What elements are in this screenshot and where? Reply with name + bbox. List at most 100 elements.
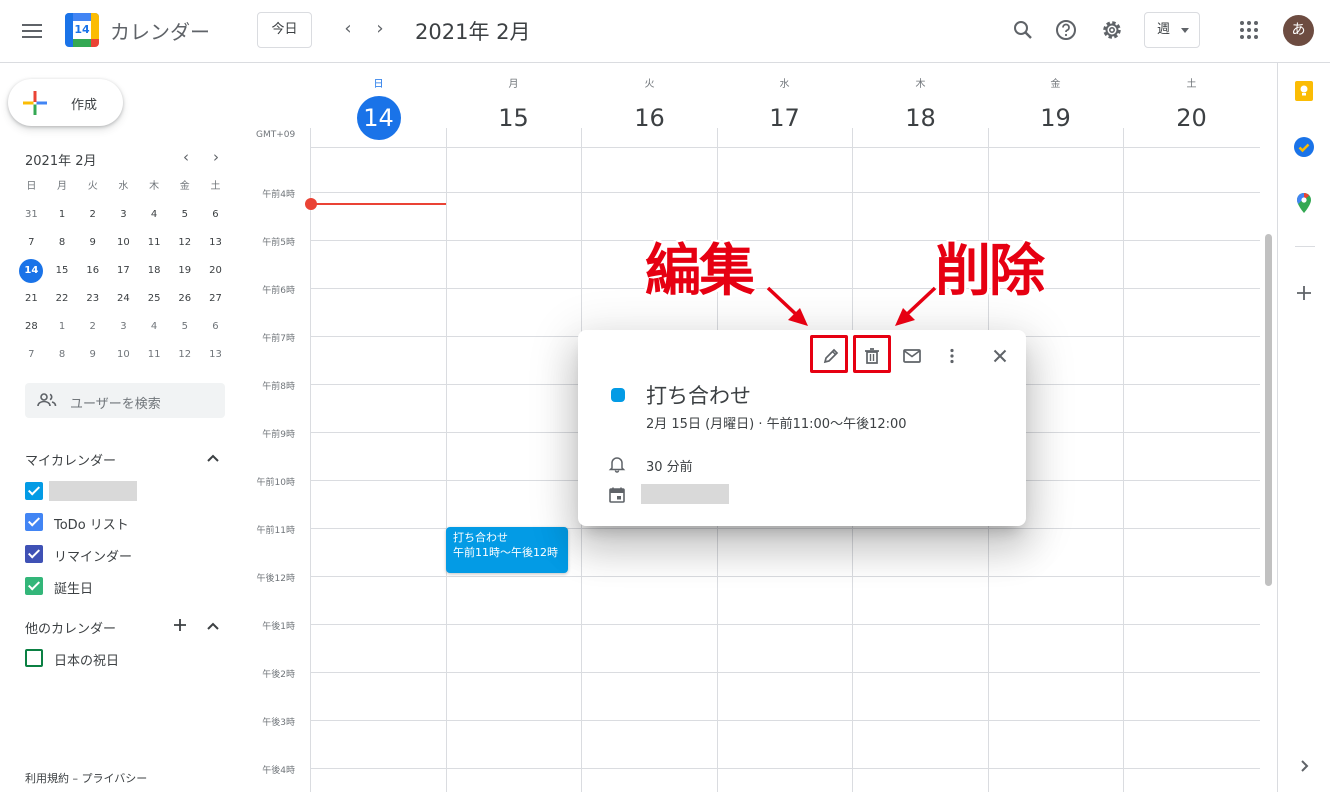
edit-annotation-label: 編集 [645,239,755,304]
mini-day[interactable]: 11 [139,234,170,252]
mini-day-today[interactable]: 14 [16,259,47,283]
tasks-icon[interactable] [1293,136,1315,158]
day-header-tue[interactable]: 火 16 [582,75,717,140]
day-header-sun[interactable]: 日 14 [311,75,446,140]
day-of-week: 金 [1050,79,1061,90]
event-details-popup: 打ち合わせ 2月 15日 (月曜日) · 午前11:00～午後12:00 30 … [578,330,1026,526]
mini-day[interactable]: 27 [200,290,231,308]
mini-day[interactable]: 1 [47,318,78,336]
day-header-thu[interactable]: 木 18 [853,75,988,140]
search-users-input[interactable]: ユーザーを検索 [25,383,225,418]
mini-day[interactable]: 10 [108,346,139,364]
mini-day[interactable]: 2 [77,206,108,224]
create-button[interactable]: 作成 [8,79,123,126]
day-header-sat[interactable]: 土 20 [1124,75,1259,140]
google-apps-grid-icon[interactable] [1240,21,1258,39]
next-week-chevron-icon[interactable]: › [368,18,392,42]
mini-week-row: 7 8 9 10 11 12 13 [16,346,231,374]
terms-privacy-link[interactable]: 利用規約 – プライバシー [25,770,147,786]
mini-day[interactable]: 21 [16,290,47,308]
mini-day[interactable]: 1 [47,206,78,224]
mini-day[interactable]: 8 [47,346,78,364]
add-calendar-plus-icon[interactable] [173,618,187,632]
more-options-button[interactable] [936,340,968,372]
mini-week-row: 21 22 23 24 25 26 27 [16,290,231,318]
main-menu-icon[interactable] [20,20,44,44]
checkbox-unchecked[interactable] [25,649,43,667]
mini-day[interactable]: 5 [169,318,200,336]
mini-day[interactable]: 9 [77,234,108,252]
help-icon[interactable] [1053,17,1079,43]
settings-gear-icon[interactable] [1099,17,1125,43]
search-icon[interactable] [1010,17,1036,43]
mini-day[interactable]: 8 [47,234,78,252]
mini-today-number: 14 [19,259,44,283]
mini-day[interactable]: 15 [47,262,78,280]
mini-day[interactable]: 6 [200,318,231,336]
calendar-logo-icon[interactable]: 14 [65,13,99,47]
mini-day[interactable]: 6 [200,206,231,224]
checkbox-checked[interactable] [25,513,43,531]
mini-day[interactable]: 20 [200,262,231,280]
checkbox-checked[interactable] [25,577,43,595]
mini-day[interactable]: 12 [169,346,200,364]
hour-gridline [310,192,1260,193]
collapse-chevron-up-icon[interactable] [206,451,220,465]
mini-day[interactable]: 13 [200,346,231,364]
prev-week-chevron-icon[interactable]: ‹ [336,18,360,42]
top-bar: 14 カレンダー 今日 ‹ › 2021年 2月 週 あ [0,0,1330,63]
mini-day[interactable]: 3 [108,206,139,224]
mini-day[interactable]: 28 [16,318,47,336]
mini-day[interactable]: 25 [139,290,170,308]
mini-day[interactable]: 12 [169,234,200,252]
my-calendars-title[interactable]: マイカレンダー [25,450,116,469]
checkbox-checked[interactable] [25,482,43,500]
hour-label: 午前5時 [262,238,295,248]
day-header-fri[interactable]: 金 19 [988,75,1123,140]
checkbox-checked[interactable] [25,545,43,563]
mini-day[interactable]: 23 [77,290,108,308]
hour-label: 午前6時 [262,286,295,296]
mini-day[interactable]: 7 [16,234,47,252]
collapse-chevron-up-icon[interactable] [206,619,220,633]
mini-day[interactable]: 4 [139,318,170,336]
event-chip[interactable]: 打ち合わせ 午前11時～午後12時 [446,527,568,573]
mini-day[interactable]: 7 [16,346,47,364]
day-number-today: 14 [356,96,401,140]
account-avatar[interactable]: あ [1283,15,1314,46]
mail-icon [903,349,921,363]
event-chip-time: 午前11時～午後12時 [453,546,558,559]
mini-day[interactable]: 13 [200,234,231,252]
mini-day[interactable]: 19 [169,262,200,280]
mini-weekday: 土 [210,181,221,192]
close-popup-button[interactable] [984,340,1016,372]
mini-day[interactable]: 3 [108,318,139,336]
maps-icon[interactable] [1293,192,1315,214]
add-addon-plus-icon[interactable] [1293,282,1315,304]
mini-day[interactable]: 26 [169,290,200,308]
mini-day[interactable]: 11 [139,346,170,364]
grid-scrollbar[interactable] [1265,234,1272,586]
mini-day[interactable]: 31 [16,206,47,224]
day-header-mon[interactable]: 月 15 [446,75,581,140]
mini-day[interactable]: 24 [108,290,139,308]
mini-day[interactable]: 17 [108,262,139,280]
hour-label: 午前4時 [262,190,295,200]
mini-day[interactable]: 22 [47,290,78,308]
mini-day[interactable]: 9 [77,346,108,364]
mini-day[interactable]: 2 [77,318,108,336]
other-calendars-title[interactable]: 他のカレンダー [25,618,116,637]
mini-day[interactable]: 10 [108,234,139,252]
today-button[interactable]: 今日 [257,12,312,48]
mini-day[interactable]: 18 [139,262,170,280]
mini-day[interactable]: 4 [139,206,170,224]
mini-day[interactable]: 16 [77,262,108,280]
mini-next-chevron-icon[interactable]: › [207,148,225,166]
view-mode-select[interactable]: 週 [1144,12,1200,48]
expand-panel-chevron-icon[interactable] [1293,755,1315,777]
mini-prev-chevron-icon[interactable]: ‹ [177,148,195,166]
email-guests-button[interactable] [896,340,928,372]
mini-day[interactable]: 5 [169,206,200,224]
day-header-wed[interactable]: 水 17 [717,75,852,140]
keep-icon[interactable] [1293,80,1315,102]
